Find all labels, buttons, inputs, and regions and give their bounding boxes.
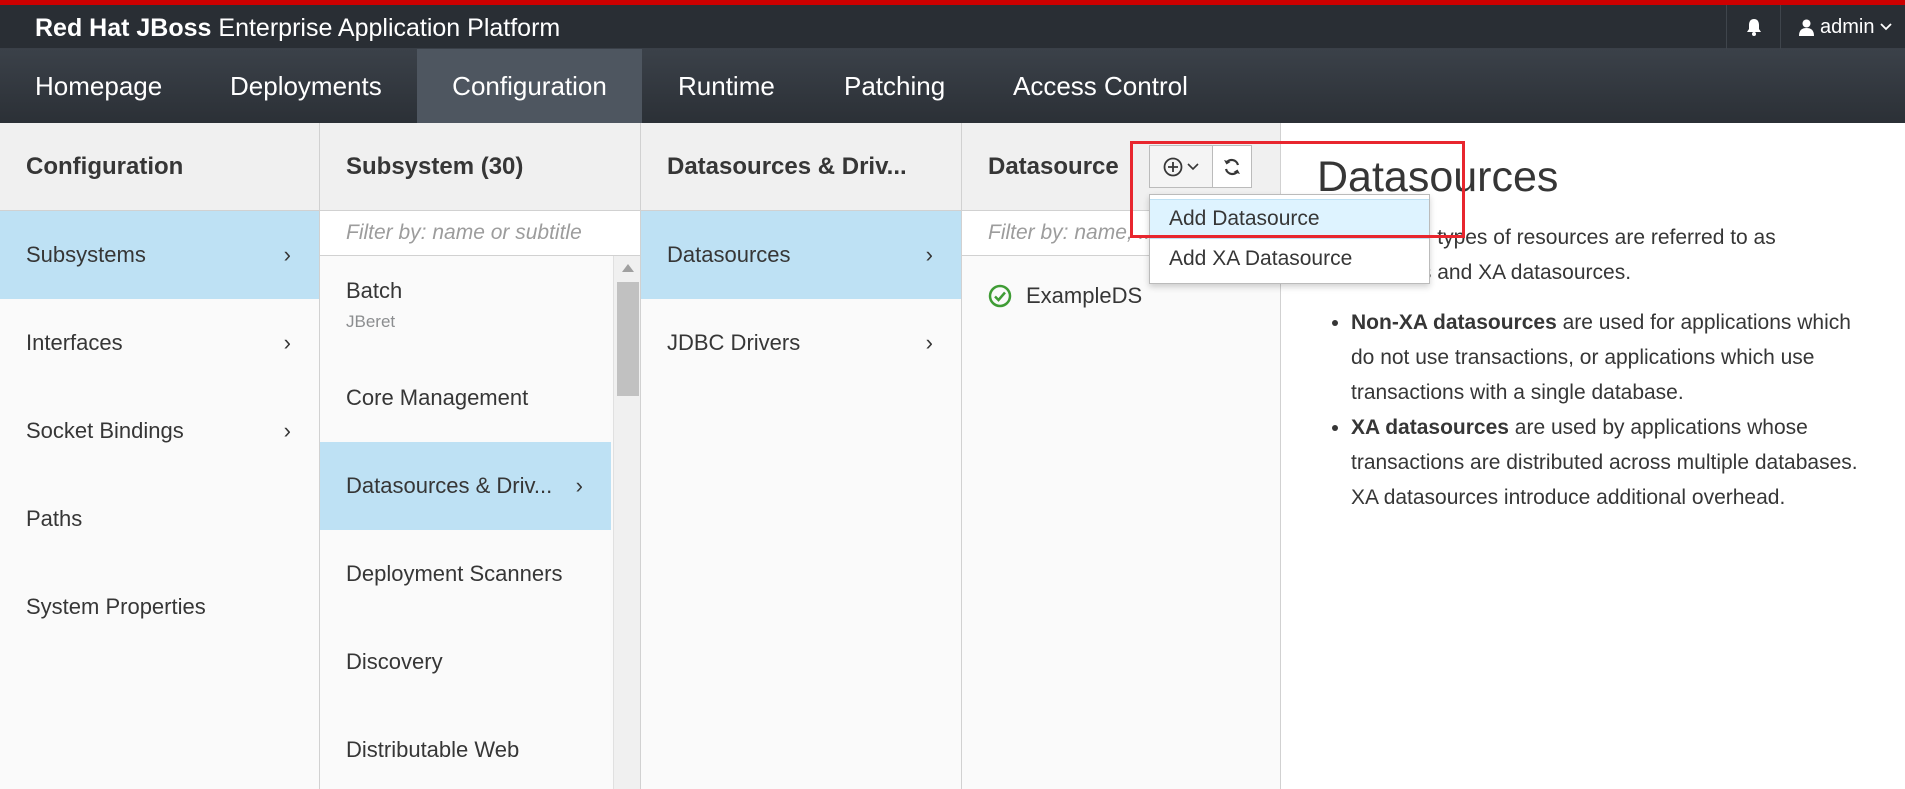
item-label: System Properties <box>26 594 206 619</box>
item-label: Distributable Web <box>346 737 520 762</box>
column-title: Datasources & Driv... <box>641 123 961 211</box>
chevron-right-icon: › <box>925 330 933 355</box>
chevron-right-icon: › <box>575 473 583 498</box>
item-label: Interfaces <box>26 330 123 355</box>
check-circle-icon <box>988 284 1012 308</box>
col-item-interfaces[interactable]: Interfaces › <box>0 299 319 387</box>
refresh-icon <box>1224 158 1240 175</box>
add-dropdown-button[interactable] <box>1149 145 1213 188</box>
description-bullets: Non-XA datasources are used for applicat… <box>1351 305 1877 515</box>
col-item-system-properties[interactable]: System Properties <box>0 563 319 651</box>
item-label: Core Management <box>346 385 529 410</box>
col-item-batch[interactable]: Batch JBeret <box>320 256 611 354</box>
menu-item-add-datasource[interactable]: Add Datasource <box>1150 199 1429 239</box>
bell-icon <box>1746 19 1761 36</box>
chevron-right-icon: › <box>283 330 291 355</box>
col-item-jdbc-drivers[interactable]: JDBC Drivers › <box>641 299 961 387</box>
column-title: Configuration <box>0 123 319 211</box>
col-item-discovery[interactable]: Discovery <box>320 618 611 706</box>
subsystem-filter-input[interactable]: Filter by: name or subtitle <box>320 211 640 256</box>
nav-deployments[interactable]: Deployments <box>195 49 417 123</box>
username-label: admin <box>1820 15 1875 38</box>
item-subtitle: JBeret <box>346 312 396 331</box>
menu-item-add-xa-datasource[interactable]: Add XA Datasource <box>1150 239 1429 279</box>
subsystem-column: Subsystem (30) Filter by: name or subtit… <box>320 123 641 789</box>
col-item-datasources-drivers[interactable]: Datasources & Driv... › <box>320 442 611 530</box>
col-item-datasources[interactable]: Datasources › <box>641 211 961 299</box>
col-item-subsystems[interactable]: Subsystems › <box>0 211 319 299</box>
nav-access-control[interactable]: Access Control <box>978 49 1223 123</box>
item-label: Deployment Scanners <box>346 561 563 586</box>
chevron-right-icon: › <box>283 418 291 443</box>
item-label: Datasources <box>667 242 791 267</box>
item-label: Discovery <box>346 649 443 674</box>
bullet-non-xa: Non-XA datasources are used for applicat… <box>1351 305 1877 410</box>
nav-patching[interactable]: Patching <box>809 49 980 123</box>
scrollbar-thumb[interactable] <box>617 282 639 396</box>
col-item-distributable-web[interactable]: Distributable Web <box>320 706 611 789</box>
item-label: Subsystems <box>26 242 146 267</box>
col-item-deployment-scanners[interactable]: Deployment Scanners <box>320 530 611 618</box>
nav-runtime[interactable]: Runtime <box>643 49 810 123</box>
chevron-down-icon <box>1187 162 1199 170</box>
masthead: Red Hat JBoss Enterprise Application Pla… <box>0 5 1905 49</box>
item-label: Datasources & Driv... <box>346 473 553 498</box>
chevron-right-icon: › <box>925 242 933 267</box>
notifications-button[interactable] <box>1726 5 1780 49</box>
column-title: Subsystem (30) <box>320 123 640 211</box>
bullet-bold: XA datasources <box>1351 416 1509 439</box>
brand-title[interactable]: Red Hat JBoss Enterprise Application Pla… <box>35 14 560 43</box>
chevron-down-icon <box>1880 23 1893 31</box>
item-label: Paths <box>26 506 83 531</box>
item-label: ExampleDS <box>1026 283 1143 308</box>
brand-light: Enterprise Application Platform <box>218 14 561 42</box>
item-label: Batch <box>346 278 403 303</box>
col-item-socket-bindings[interactable]: Socket Bindings › <box>0 387 319 475</box>
col-item-paths[interactable]: Paths <box>0 475 319 563</box>
scroll-up-arrow-icon[interactable] <box>622 264 634 272</box>
bullet-xa: XA datasources are used by applications … <box>1351 410 1877 515</box>
col-item-core-management[interactable]: Core Management <box>320 354 611 442</box>
refresh-button[interactable] <box>1212 145 1252 188</box>
brand-bold: Red Hat JBoss <box>35 14 212 42</box>
configuration-column: Configuration Subsystems › Interfaces › … <box>0 123 320 789</box>
user-icon <box>1799 19 1814 36</box>
subsystem-list: Batch JBeret Core Management Datasources… <box>320 256 611 789</box>
datasource-toolbar <box>1149 145 1252 188</box>
user-menu[interactable]: admin <box>1780 5 1905 49</box>
main-nav: Homepage Deployments Configuration Runti… <box>0 49 1905 123</box>
item-label: Socket Bindings <box>26 418 184 443</box>
chevron-right-icon: › <box>283 242 291 267</box>
nav-homepage[interactable]: Homepage <box>0 49 197 123</box>
bullet-bold: Non-XA datasources <box>1351 311 1557 334</box>
add-dropdown-menu: Add Datasource Add XA Datasource <box>1149 194 1430 284</box>
item-label: JDBC Drivers <box>667 330 801 355</box>
datasources-drivers-column: Datasources & Driv... Datasources › JDBC… <box>641 123 962 789</box>
subsystem-scrollbar[interactable] <box>613 256 640 789</box>
plus-circle-icon <box>1163 157 1183 176</box>
nav-configuration[interactable]: Configuration <box>417 49 642 123</box>
